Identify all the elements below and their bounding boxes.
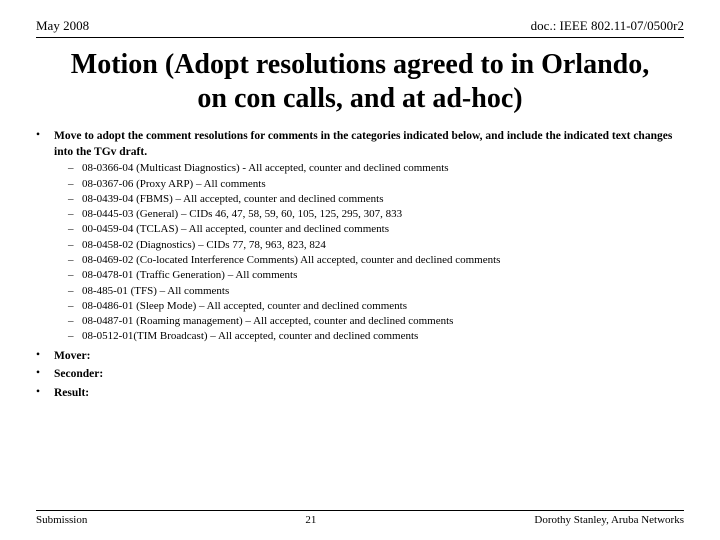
header-bar: May 2008 doc.: IEEE 802.11-07/0500r2	[36, 18, 684, 38]
sub-dash: –	[68, 192, 82, 206]
sub-dash: –	[68, 314, 82, 328]
sub-text: 08-0487-01 (Roaming management) – All ac…	[82, 314, 453, 328]
header-doc: doc.: IEEE 802.11-07/0500r2	[531, 18, 684, 34]
extra-bullet-label: Seconder:	[54, 367, 103, 383]
extra-bullet: •Result:	[36, 386, 684, 402]
sub-list-item: –08-0439-04 (FBMS) – All accepted, count…	[68, 192, 684, 206]
sub-text: 08-0366-04 (Multicast Diagnostics) - All…	[82, 161, 449, 175]
sub-dash: –	[68, 284, 82, 298]
footer-left: Submission	[36, 514, 87, 526]
extra-bullet-label: Result:	[54, 386, 89, 402]
sub-list-item: –00-0459-04 (TCLAS) – All accepted, coun…	[68, 222, 684, 236]
page: May 2008 doc.: IEEE 802.11-07/0500r2 Mot…	[0, 0, 720, 540]
sub-dash: –	[68, 299, 82, 313]
sub-dash: –	[68, 177, 82, 191]
title-line2: on con calls, and at ad-hoc)	[36, 82, 684, 116]
sub-list-item: –08-0445-03 (General) – CIDs 46, 47, 58,…	[68, 207, 684, 221]
footer-center: 21	[305, 514, 316, 526]
sub-list-item: –08-0478-01 (Traffic Generation) – All c…	[68, 268, 684, 282]
content-area: • Move to adopt the comment resolutions …	[36, 129, 684, 510]
footer-bar: Submission 21 Dorothy Stanley, Aruba Net…	[36, 510, 684, 526]
main-bullet-bold: Move to adopt the comment resolutions fo…	[54, 130, 672, 158]
sub-dash: –	[68, 207, 82, 221]
extra-bullet: •Mover:	[36, 349, 684, 365]
sub-dash: –	[68, 253, 82, 267]
footer-right: Dorothy Stanley, Aruba Networks	[534, 514, 684, 526]
extra-bullet-label: Mover:	[54, 349, 90, 365]
title-line1: Motion (Adopt resolutions agreed to in O…	[36, 48, 684, 82]
bullet-dot: •	[36, 349, 54, 361]
mover-block: •Mover:•Seconder:•Result:	[36, 349, 684, 402]
sub-text: 08-0439-04 (FBMS) – All accepted, counte…	[82, 192, 384, 206]
sub-list-item: –08-0367-06 (Proxy ARP) – All comments	[68, 177, 684, 191]
sub-dash: –	[68, 268, 82, 282]
sub-text: 00-0459-04 (TCLAS) – All accepted, count…	[82, 222, 389, 236]
extra-bullet: •Seconder:	[36, 367, 684, 383]
bullet-dot: •	[36, 129, 54, 141]
sub-list-item: –08-0512-01(TIM Broadcast) – All accepte…	[68, 329, 684, 343]
sub-list-item: –08-0366-04 (Multicast Diagnostics) - Al…	[68, 161, 684, 175]
sub-list-item: –08-0469-02 (Co-located Interference Com…	[68, 253, 684, 267]
sub-text: 08-0478-01 (Traffic Generation) – All co…	[82, 268, 297, 282]
bullet-dot: •	[36, 386, 54, 398]
title-block: Motion (Adopt resolutions agreed to in O…	[36, 48, 684, 115]
sub-text: 08-485-01 (TFS) – All comments	[82, 284, 229, 298]
sub-list-item: –08-0486-01 (Sleep Mode) – All accepted,…	[68, 299, 684, 313]
main-bullet-text: Move to adopt the comment resolutions fo…	[54, 129, 684, 345]
bullet-dot: •	[36, 367, 54, 379]
sub-text: 08-0458-02 (Diagnostics) – CIDs 77, 78, …	[82, 238, 326, 252]
sub-text: 08-0512-01(TIM Broadcast) – All accepted…	[82, 329, 418, 343]
sub-list-item: –08-485-01 (TFS) – All comments	[68, 284, 684, 298]
sub-dash: –	[68, 238, 82, 252]
sub-list: –08-0366-04 (Multicast Diagnostics) - Al…	[68, 161, 684, 344]
sub-dash: –	[68, 161, 82, 175]
sub-dash: –	[68, 222, 82, 236]
sub-list-item: –08-0458-02 (Diagnostics) – CIDs 77, 78,…	[68, 238, 684, 252]
sub-text: 08-0469-02 (Co-located Interference Comm…	[82, 253, 500, 267]
sub-text: 08-0367-06 (Proxy ARP) – All comments	[82, 177, 266, 191]
sub-text: 08-0445-03 (General) – CIDs 46, 47, 58, …	[82, 207, 402, 221]
sub-dash: –	[68, 329, 82, 343]
header-date: May 2008	[36, 18, 89, 34]
main-bullet: • Move to adopt the comment resolutions …	[36, 129, 684, 345]
sub-text: 08-0486-01 (Sleep Mode) – All accepted, …	[82, 299, 407, 313]
sub-list-item: –08-0487-01 (Roaming management) – All a…	[68, 314, 684, 328]
